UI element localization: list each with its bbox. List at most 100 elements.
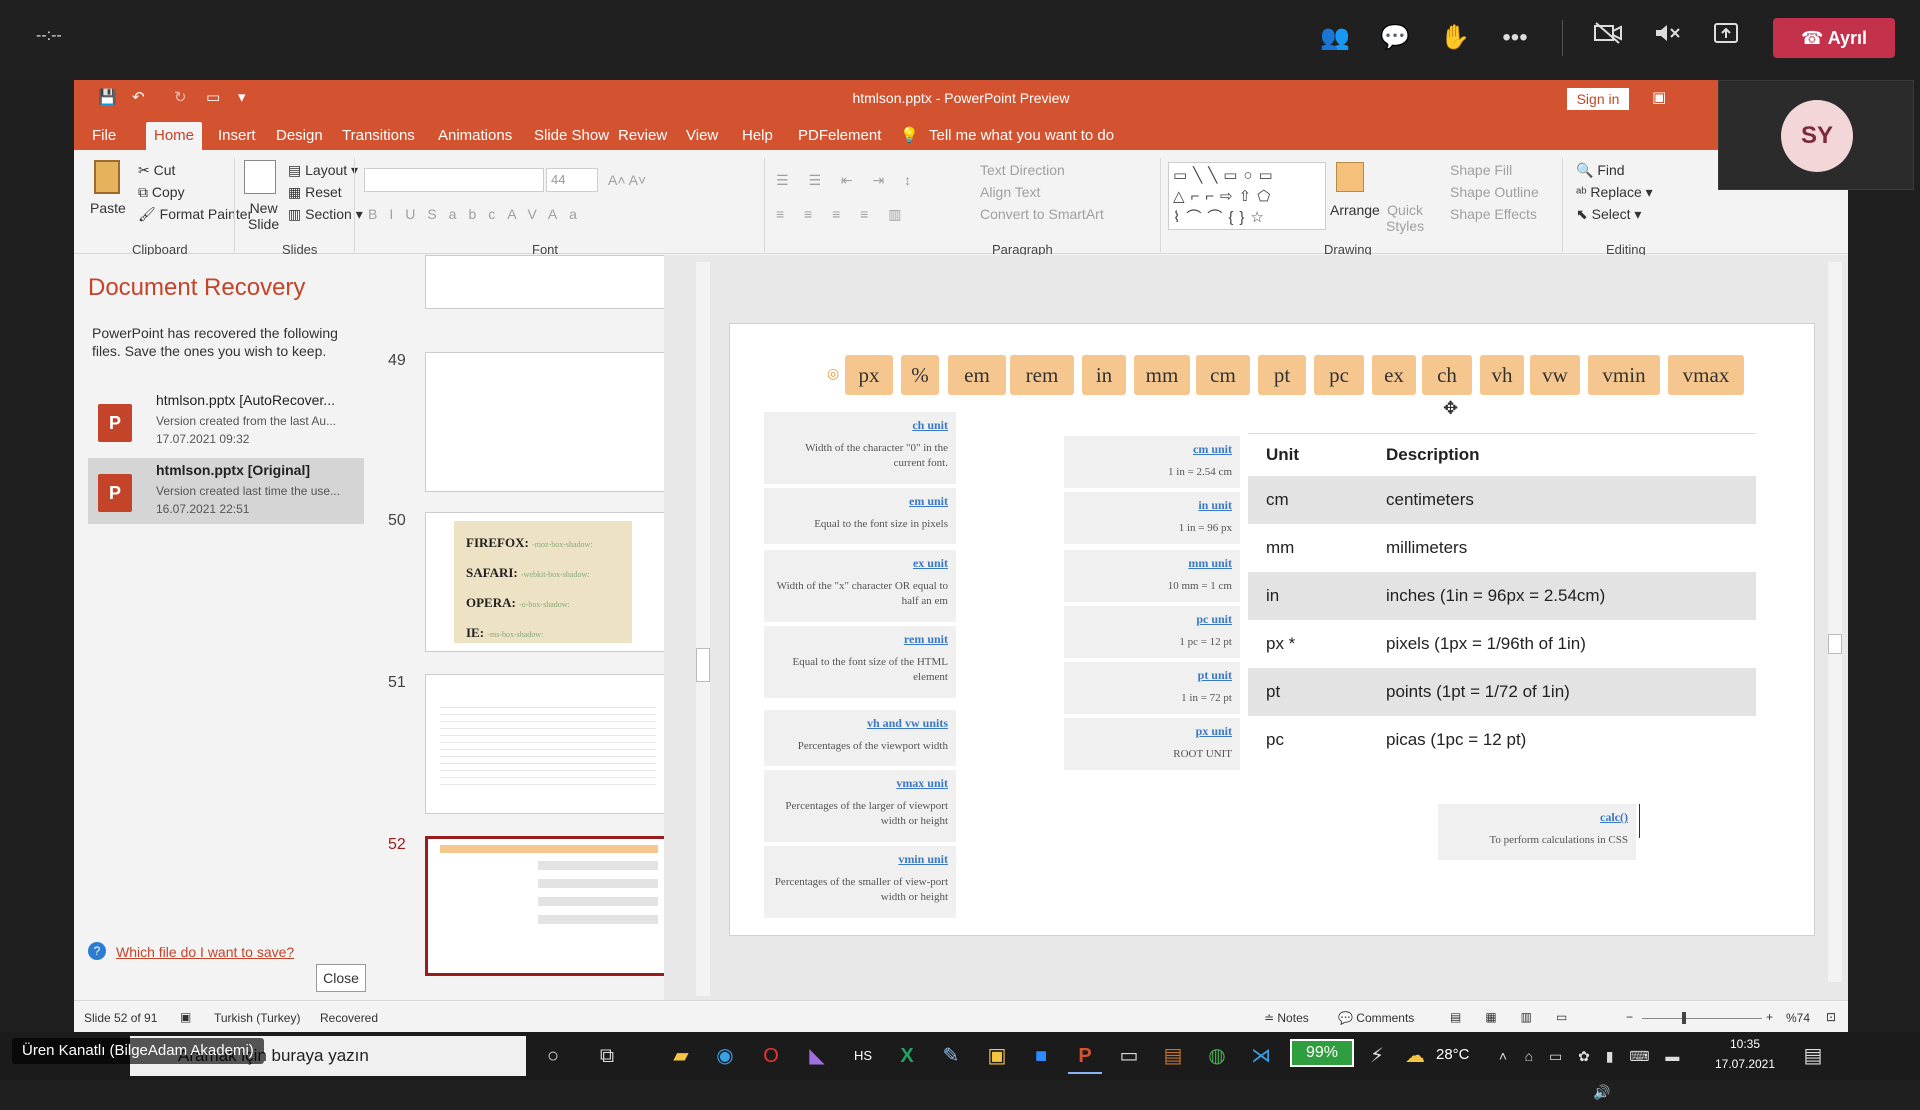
- cut-button[interactable]: ✂ Cut: [138, 162, 175, 179]
- zoom-slider-thumb[interactable]: [1682, 1012, 1686, 1024]
- list-icons[interactable]: ☰ ☰ ⇤ ⇥ ↕: [776, 172, 919, 189]
- replace-button[interactable]: ᵃᵇ Replace ▾: [1576, 184, 1653, 201]
- layout-button[interactable]: ▤ Layout ▾: [288, 162, 358, 179]
- paste-icon[interactable]: [94, 160, 120, 194]
- tab-slide-show[interactable]: Slide Show: [526, 122, 617, 150]
- slide-thumbnail-48[interactable]: [425, 255, 671, 309]
- system-tray-icons[interactable]: ⌂ ▭ ✿ ▮ ⌨ ▬ 🔊: [1510, 1038, 1700, 1100]
- tab-transitions[interactable]: Transitions: [334, 122, 423, 150]
- chat-icon[interactable]: 💬: [1373, 20, 1417, 56]
- share-screen-icon[interactable]: [1704, 20, 1748, 56]
- copy-button[interactable]: ⧉ Copy: [138, 184, 185, 201]
- tab-file[interactable]: File: [84, 122, 124, 150]
- cortana-icon[interactable]: ○: [536, 1038, 570, 1074]
- font-name-box[interactable]: [364, 168, 544, 192]
- winrar-icon[interactable]: ▤: [1156, 1038, 1190, 1074]
- tab-insert[interactable]: Insert: [210, 122, 264, 150]
- font-size-box[interactable]: 44: [546, 168, 598, 192]
- slide-thumbnail-50[interactable]: FIREFOX: -moz-box-shadow: SAFARI: -webki…: [425, 512, 671, 652]
- zoom-in-icon[interactable]: +: [1766, 1010, 1773, 1024]
- tab-view[interactable]: View: [678, 122, 726, 150]
- help-link[interactable]: Which file do I want to save?: [116, 944, 294, 960]
- grow-font-icon[interactable]: A˄ A˅: [608, 172, 646, 188]
- quick-styles-button[interactable]: Quick Styles: [1386, 202, 1424, 234]
- sticky-notes-icon[interactable]: ▣: [980, 1038, 1014, 1074]
- find-button[interactable]: 🔍 Find: [1576, 162, 1625, 179]
- notifications-icon[interactable]: ▤: [1796, 1038, 1830, 1074]
- paste-button[interactable]: Paste: [90, 200, 126, 216]
- shapes-gallery[interactable]: ▭╲╲▭○▭ △⌐⌐⇨⇧⬠ ⌇⌒⌒{}☆: [1168, 162, 1326, 230]
- excel-icon[interactable]: X: [890, 1038, 924, 1074]
- reset-button[interactable]: ▦ Reset: [288, 184, 342, 201]
- tab-home[interactable]: Home: [146, 122, 203, 150]
- zoom-app-icon[interactable]: ■: [1024, 1038, 1058, 1074]
- new-slide-icon[interactable]: [244, 160, 276, 194]
- select-button[interactable]: ⬉ Select ▾: [1576, 206, 1641, 223]
- more-options-icon[interactable]: •••: [1493, 20, 1537, 56]
- mute-icon[interactable]: [1645, 20, 1689, 56]
- scrollbar-thumb[interactable]: [696, 648, 710, 682]
- zoom-level[interactable]: %74: [1786, 1011, 1810, 1025]
- zoom-out-icon[interactable]: −: [1626, 1010, 1633, 1024]
- ribbon-display-icon[interactable]: ▣: [1652, 88, 1666, 106]
- visual-studio-icon[interactable]: ◣: [800, 1038, 834, 1074]
- reactions-icon[interactable]: ✋: [1433, 20, 1477, 56]
- shape-outline-button[interactable]: Shape Outline: [1450, 184, 1539, 200]
- camera-off-icon[interactable]: [1586, 20, 1630, 56]
- participants-icon[interactable]: 👥: [1313, 20, 1357, 56]
- tab-design[interactable]: Design: [268, 122, 331, 150]
- slide-thumbnail-51[interactable]: [425, 674, 671, 814]
- zoom-slider[interactable]: [1642, 1018, 1762, 1019]
- tell-me-search[interactable]: Tell me what you want to do: [921, 122, 1122, 150]
- file-explorer-icon[interactable]: ▰: [664, 1038, 698, 1074]
- terminal-icon[interactable]: ▭: [1112, 1038, 1146, 1074]
- edge-icon[interactable]: ◉: [708, 1038, 742, 1074]
- fit-slide-icon[interactable]: ⊡: [1826, 1010, 1836, 1024]
- close-recovery-button[interactable]: Close: [316, 964, 366, 992]
- comments-button[interactable]: 💬 Comments: [1338, 1011, 1414, 1025]
- power-plug-icon[interactable]: ⚡: [1360, 1038, 1394, 1074]
- chrome-icon[interactable]: ◍: [1200, 1038, 1234, 1074]
- shape-fill-button[interactable]: Shape Fill: [1450, 162, 1512, 178]
- format-painter-button[interactable]: 🖌 Format Painter: [138, 206, 252, 223]
- vscode-icon[interactable]: ⋊: [1244, 1038, 1278, 1074]
- opera-icon[interactable]: O: [754, 1038, 788, 1074]
- slide-thumbnail-49[interactable]: [425, 352, 671, 492]
- tab-review[interactable]: Review: [610, 122, 675, 150]
- font-format-icons[interactable]: BIUSabcAVAa: [368, 206, 589, 222]
- sign-in-button[interactable]: Sign in: [1567, 88, 1629, 110]
- recovered-file-autorecover[interactable]: P htmlson.pptx [AutoRecover... Version c…: [88, 388, 364, 454]
- align-icons[interactable]: ≡ ≡ ≡ ≡ ▥: [776, 206, 909, 223]
- slide-thumbnail-52-selected[interactable]: [425, 836, 671, 976]
- new-slide-button[interactable]: New Slide: [248, 200, 279, 232]
- system-clock[interactable]: 10:35 17.07.2021: [1710, 1034, 1780, 1074]
- arrange-button[interactable]: Arrange: [1330, 202, 1380, 218]
- thumbnail-scrollbar[interactable]: [696, 262, 710, 996]
- tab-animations[interactable]: Animations: [430, 122, 520, 150]
- powerpoint-taskbar-icon[interactable]: P: [1068, 1038, 1102, 1074]
- undo-icon[interactable]: ↶: [132, 88, 145, 106]
- scrollbar-thumb[interactable]: [1828, 634, 1842, 654]
- section-button[interactable]: ▥ Section ▾: [288, 206, 363, 223]
- notes-button[interactable]: ≐ Notes: [1264, 1011, 1309, 1025]
- align-text-button[interactable]: Align Text: [980, 184, 1040, 200]
- tab-pdfelement[interactable]: PDFelement: [790, 122, 889, 150]
- weather-icon[interactable]: ☁: [1398, 1038, 1432, 1074]
- recovered-file-original[interactable]: P htmlson.pptx [Original] Version create…: [88, 458, 364, 524]
- language-status[interactable]: Turkish (Turkey): [214, 1011, 300, 1025]
- present-icon[interactable]: ▭: [206, 88, 220, 106]
- leave-button[interactable]: ☎ Ayrıl: [1773, 18, 1895, 58]
- spellcheck-icon[interactable]: ▣: [180, 1010, 191, 1024]
- save-icon[interactable]: 💾: [98, 88, 117, 106]
- shape-effects-button[interactable]: Shape Effects: [1450, 206, 1537, 222]
- slide-scrollbar[interactable]: [1828, 262, 1842, 982]
- text-direction-button[interactable]: Text Direction: [980, 162, 1065, 178]
- tab-help[interactable]: Help: [734, 122, 781, 150]
- temperature[interactable]: 28°C: [1436, 1046, 1470, 1063]
- hs-app-icon[interactable]: HS: [846, 1038, 880, 1074]
- customize-qat-icon[interactable]: ▾: [238, 88, 246, 106]
- notepad-icon[interactable]: ✎: [934, 1038, 968, 1074]
- convert-smartart-button[interactable]: Convert to SmartArt: [980, 206, 1104, 222]
- view-buttons[interactable]: ▤▦▥▭: [1450, 1010, 1591, 1024]
- redo-icon[interactable]: ↻: [174, 88, 187, 106]
